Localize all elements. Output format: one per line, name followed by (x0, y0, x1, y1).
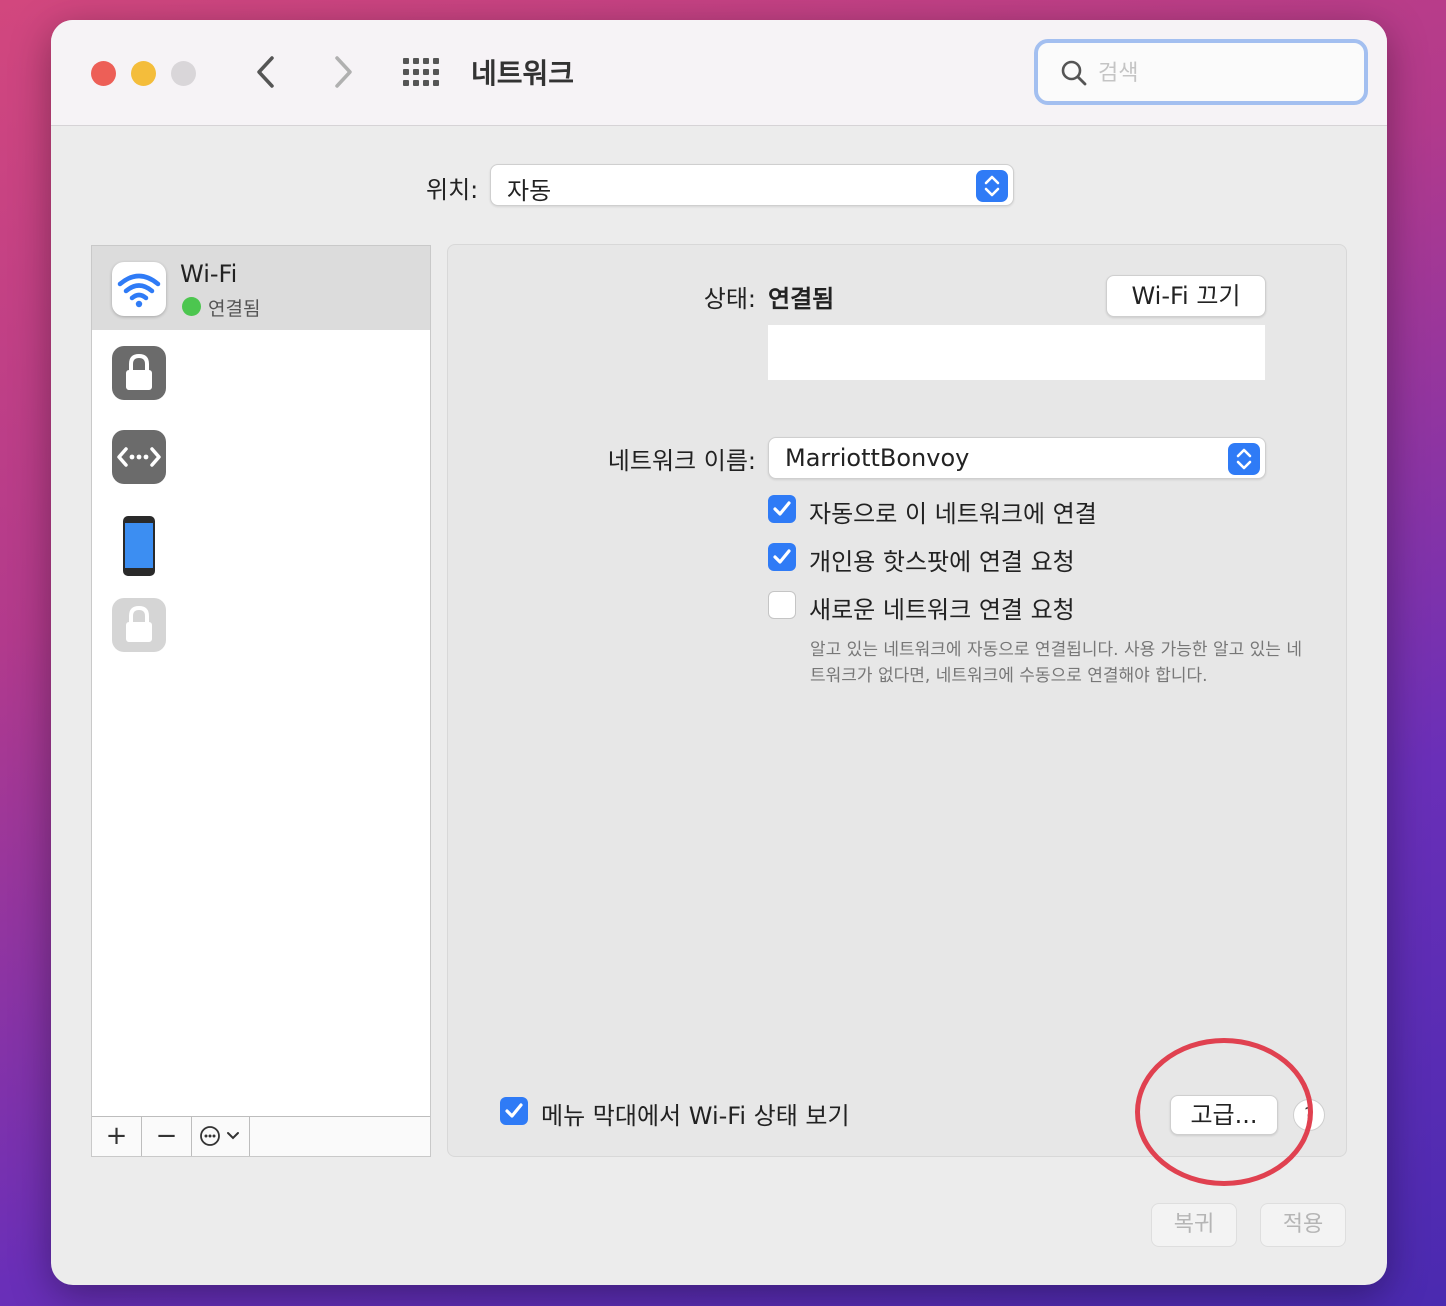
search-field[interactable] (1034, 39, 1368, 105)
connected-status-dot (182, 297, 201, 316)
hotspot-checkbox[interactable] (768, 543, 796, 571)
service-list: Wi-Fi 연결됨 + − (91, 245, 431, 1157)
menubar-label: 메뉴 막대에서 Wi-Fi 상태 보기 (541, 1102, 850, 1130)
service-item-iphone[interactable] (92, 498, 430, 582)
chevron-up-down-icon (1236, 448, 1252, 470)
location-value: 자동 (507, 177, 552, 205)
revert-button[interactable]: 복귀 (1151, 1203, 1237, 1247)
add-service-button[interactable]: + (92, 1117, 142, 1156)
checkmark-icon (505, 1103, 523, 1118)
service-actions-button[interactable] (192, 1117, 250, 1156)
chevron-up-down-icon (984, 175, 1000, 197)
service-item-vpn[interactable] (92, 330, 430, 414)
location-label: 위치: (426, 176, 479, 204)
minimize-button[interactable] (131, 61, 156, 86)
status-label: 상태: (703, 285, 756, 313)
iphone-icon (112, 514, 166, 576)
window-title: 네트워크 (471, 57, 575, 90)
chevron-right-icon (335, 56, 352, 88)
service-list-toolbar: + − (92, 1116, 430, 1156)
more-options-chevron-icon (200, 1126, 239, 1146)
ask-new-network-checkbox[interactable] (768, 591, 796, 619)
location-stepper[interactable] (976, 170, 1008, 202)
search-input[interactable] (1098, 55, 1348, 91)
service-item-ethernet[interactable] (92, 414, 430, 498)
preferences-window: 네트워크 위치: 자동 (51, 20, 1387, 1285)
wifi-icon (112, 262, 166, 316)
service-status: 연결됨 (208, 298, 261, 320)
network-name-value: MarriottBonvoy (785, 444, 970, 472)
close-button[interactable] (91, 61, 116, 86)
network-name-stepper[interactable] (1228, 443, 1260, 475)
lock-disabled-icon (112, 598, 166, 652)
status-description-box (768, 325, 1265, 380)
service-name: Wi-Fi (180, 260, 238, 288)
forward-button[interactable] (322, 52, 362, 92)
wifi-settings-panel: 상태: 연결됨 Wi-Fi 끄기 네트워크 이름: MarriottBonvoy… (447, 244, 1347, 1157)
network-name-label: 네트워크 이름: (607, 447, 756, 475)
title-bar: 네트워크 (51, 20, 1387, 126)
apply-button[interactable]: 적용 (1260, 1203, 1346, 1247)
show-all-grid-icon[interactable] (403, 58, 441, 86)
location-select[interactable]: 자동 (490, 164, 1014, 206)
checkmark-icon (773, 501, 791, 516)
ask-new-network-label: 새로운 네트워크 연결 요청 (809, 596, 1075, 624)
checkmark-icon (773, 549, 791, 564)
chevron-left-icon (257, 56, 274, 88)
auto-join-checkbox[interactable] (768, 495, 796, 523)
menubar-checkbox[interactable] (500, 1097, 528, 1125)
auto-join-label: 자동으로 이 네트워크에 연결 (809, 500, 1097, 528)
ethernet-icon (112, 430, 166, 484)
service-item-vpn-inactive[interactable] (92, 582, 430, 666)
status-value: 연결됨 (768, 285, 835, 313)
remove-service-button[interactable]: − (142, 1117, 192, 1156)
search-icon (1061, 60, 1087, 86)
hotspot-label: 개인용 핫스팟에 연결 요청 (809, 548, 1075, 576)
network-name-select[interactable]: MarriottBonvoy (768, 437, 1266, 479)
lock-icon (112, 346, 166, 400)
annotation-circle (1135, 1038, 1313, 1186)
zoom-button[interactable] (171, 61, 196, 86)
wifi-off-button[interactable]: Wi-Fi 끄기 (1106, 275, 1266, 317)
back-button[interactable] (247, 52, 287, 92)
service-item-wifi[interactable]: Wi-Fi 연결됨 (92, 246, 430, 330)
ask-new-network-hint: 알고 있는 네트워크에 자동으로 연결됩니다. 사용 가능한 알고 있는 네트워… (810, 640, 1302, 686)
